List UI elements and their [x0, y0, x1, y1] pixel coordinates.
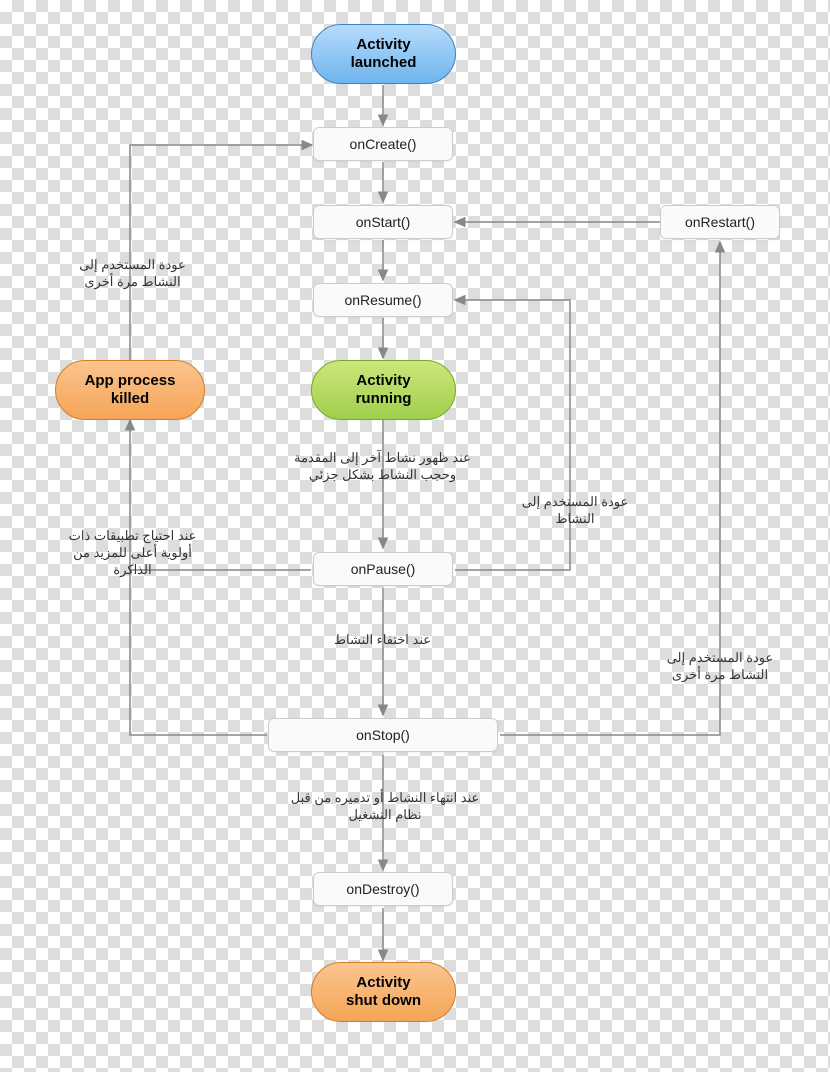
activity-launched: Activity launched: [311, 24, 456, 84]
label-return-right: عودة المستخدم إلى النشاط: [510, 494, 640, 528]
activity-shutdown: Activity shut down: [311, 962, 456, 1022]
activity-running: Activity running: [311, 360, 456, 420]
diagram-canvas: Activity launched onCreate() onStart() o…: [0, 0, 830, 1072]
ondestroy-box: onDestroy(): [313, 872, 453, 906]
label-return-again-left: عودة المستخدم إلى النشاط مرة أخرى: [55, 257, 210, 291]
label-higher-priority: عند احتياج تطبيقات ذات أولوية أعلى للمزي…: [45, 528, 220, 579]
onstart-box: onStart(): [313, 205, 453, 239]
oncreate-box: onCreate(): [313, 127, 453, 161]
label-finishing: عند انتهاء النشاط أو تدميره من قبل نظام …: [260, 790, 510, 824]
label-another-activity: عند ظهور نشاط آخر إلى المقدمة وحجب النشا…: [270, 450, 495, 484]
onrestart-box: onRestart(): [660, 205, 780, 239]
onpause-box: onPause(): [313, 552, 453, 586]
onresume-box: onResume(): [313, 283, 453, 317]
label-return-again-right: عودة المستخدم إلى النشاط مرة أخرى: [650, 650, 790, 684]
label-no-longer-visible: عند اختفاء النشاط: [300, 632, 465, 649]
app-process-killed: App process killed: [55, 360, 205, 420]
onstop-box: onStop(): [268, 718, 498, 752]
